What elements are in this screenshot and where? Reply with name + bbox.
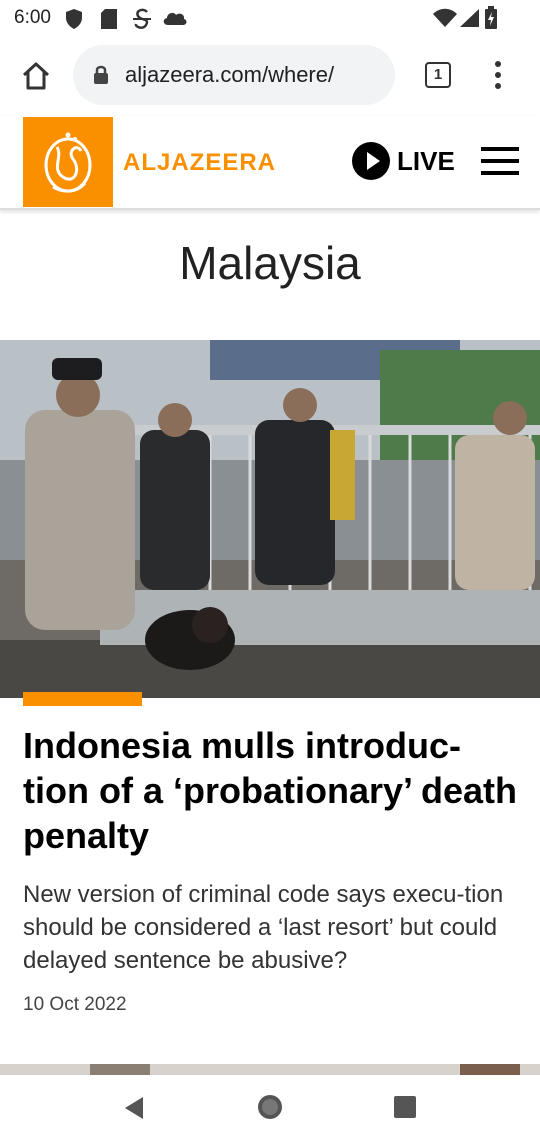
page-title: Malaysia: [179, 237, 361, 289]
lock-icon: [94, 65, 108, 84]
cloud-icon: [163, 12, 187, 25]
next-photo: [0, 1064, 540, 1075]
logo-calligraphy-icon: [44, 132, 92, 193]
vpn-icon: [133, 8, 151, 29]
play-icon: [352, 142, 390, 180]
hero-photo: [0, 340, 540, 698]
live-label: LIVE: [397, 146, 455, 176]
signal-icon: [460, 9, 479, 27]
browser-menu-button[interactable]: [488, 58, 508, 94]
brand-wordmark[interactable]: ALJAZEERA: [123, 149, 276, 177]
address-bar[interactable]: aljazeera.com/where/: [73, 45, 395, 105]
status-time: 6:00: [14, 7, 51, 28]
article-hero-image[interactable]: [0, 340, 540, 698]
tab-switcher-button[interactable]: 1: [423, 60, 453, 90]
system-navigation-bar: [0, 1075, 540, 1140]
browser-toolbar: aljazeera.com/where/ 1: [0, 36, 540, 116]
wifi-icon: [433, 8, 457, 27]
browser-home-button[interactable]: [14, 56, 58, 96]
tabs-icon: 1: [425, 62, 451, 88]
next-article-image[interactable]: [0, 1063, 540, 1075]
article-accent-bar: [23, 692, 142, 706]
article-summary: New version of criminal code says execu-…: [23, 881, 504, 974]
home-icon: [22, 62, 50, 90]
site-header: ALJAZEERA LIVE: [0, 116, 540, 210]
status-bar: 6:00: [0, 0, 540, 36]
recents-icon[interactable]: [393, 1095, 417, 1119]
hamburger-menu-icon[interactable]: [481, 147, 519, 177]
more-vert-icon: [488, 61, 508, 89]
sd-card-icon: [101, 9, 117, 29]
url-text: aljazeera.com/where/: [125, 62, 335, 87]
back-icon[interactable]: [121, 1095, 147, 1121]
home-nav-icon[interactable]: [256, 1093, 284, 1121]
aljazeera-logo[interactable]: [23, 117, 113, 207]
shield-icon: [66, 9, 82, 29]
article-headline[interactable]: Indonesia mulls introduc-tion of a ‘prob…: [23, 723, 523, 858]
article-date: 10 Oct 2022: [23, 994, 127, 1015]
battery-icon: [485, 6, 497, 29]
